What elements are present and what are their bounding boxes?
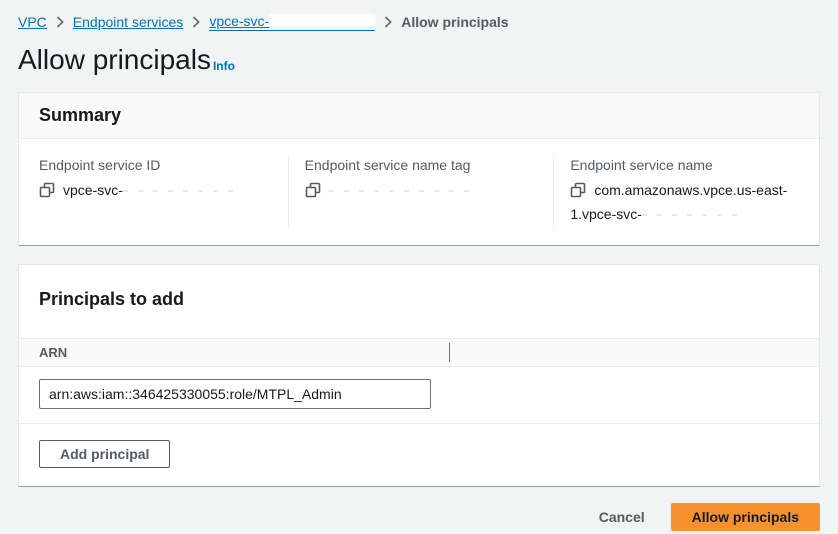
column-resize-handle[interactable] xyxy=(449,343,450,362)
breadcrumb-link-vpc[interactable]: VPC xyxy=(18,14,47,30)
breadcrumb-current-page: Allow principals xyxy=(401,14,508,30)
redacted-text xyxy=(123,183,241,196)
field-label: Endpoint service ID xyxy=(39,155,272,175)
copy-icon[interactable] xyxy=(39,182,55,204)
add-principal-button[interactable]: Add principal xyxy=(39,440,170,468)
breadcrumb-service-id-prefix: vpce-svc- xyxy=(209,13,269,29)
principals-to-add-card: Principals to add ARN Add principal xyxy=(18,264,820,487)
breadcrumb: VPC Endpoint services vpce-svc- Allow pr… xyxy=(18,12,820,32)
breadcrumb-link-endpoint-service-id[interactable]: vpce-svc- xyxy=(209,13,375,31)
field-label: Endpoint service name tag xyxy=(305,155,538,175)
copy-icon[interactable] xyxy=(570,182,586,204)
allow-principals-button[interactable]: Allow principals xyxy=(671,503,820,531)
summary-title: Summary xyxy=(39,105,799,126)
redacted-text xyxy=(269,14,375,26)
redacted-text xyxy=(329,183,479,196)
principals-card-header: Principals to add xyxy=(19,265,819,338)
field-value: vpce-svc- xyxy=(39,180,272,204)
info-link[interactable]: Info xyxy=(213,59,235,73)
summary-field-endpoint-service-name-tag: Endpoint service name tag xyxy=(288,155,554,229)
principals-title: Principals to add xyxy=(39,289,799,310)
summary-card: Summary Endpoint service ID vpce-svc- En… xyxy=(18,92,820,246)
breadcrumb-link-endpoint-services[interactable]: Endpoint services xyxy=(73,14,184,30)
arn-input-row xyxy=(19,367,819,424)
arn-input[interactable] xyxy=(39,379,431,409)
chevron-right-icon xyxy=(56,16,64,28)
cancel-button[interactable]: Cancel xyxy=(595,503,649,531)
field-value: com.amazonaws.vpce.us-east-1.vpce-svc- xyxy=(570,180,803,225)
chevron-right-icon xyxy=(384,16,392,28)
page-title: Allow principalsInfo xyxy=(18,44,820,76)
page-title-text: Allow principals xyxy=(18,44,211,75)
page-content: VPC Endpoint services vpce-svc- Allow pr… xyxy=(0,0,838,531)
summary-card-header: Summary xyxy=(19,93,819,139)
redacted-text xyxy=(642,207,744,220)
principals-card-footer: Add principal xyxy=(19,424,819,486)
endpoint-service-id-value: vpce-svc- xyxy=(63,182,123,198)
chevron-right-icon xyxy=(192,16,200,28)
field-value xyxy=(305,180,538,204)
arn-column-header-row: ARN xyxy=(19,338,819,367)
summary-body: Endpoint service ID vpce-svc- Endpoint s… xyxy=(19,139,819,245)
form-actions: Cancel Allow principals xyxy=(18,503,820,531)
field-label: Endpoint service name xyxy=(570,155,803,175)
summary-field-endpoint-service-name: Endpoint service name com.amazonaws.vpce… xyxy=(553,155,819,229)
summary-field-endpoint-service-id: Endpoint service ID vpce-svc- xyxy=(19,155,288,229)
copy-icon[interactable] xyxy=(305,182,321,204)
arn-column-header: ARN xyxy=(39,345,67,360)
